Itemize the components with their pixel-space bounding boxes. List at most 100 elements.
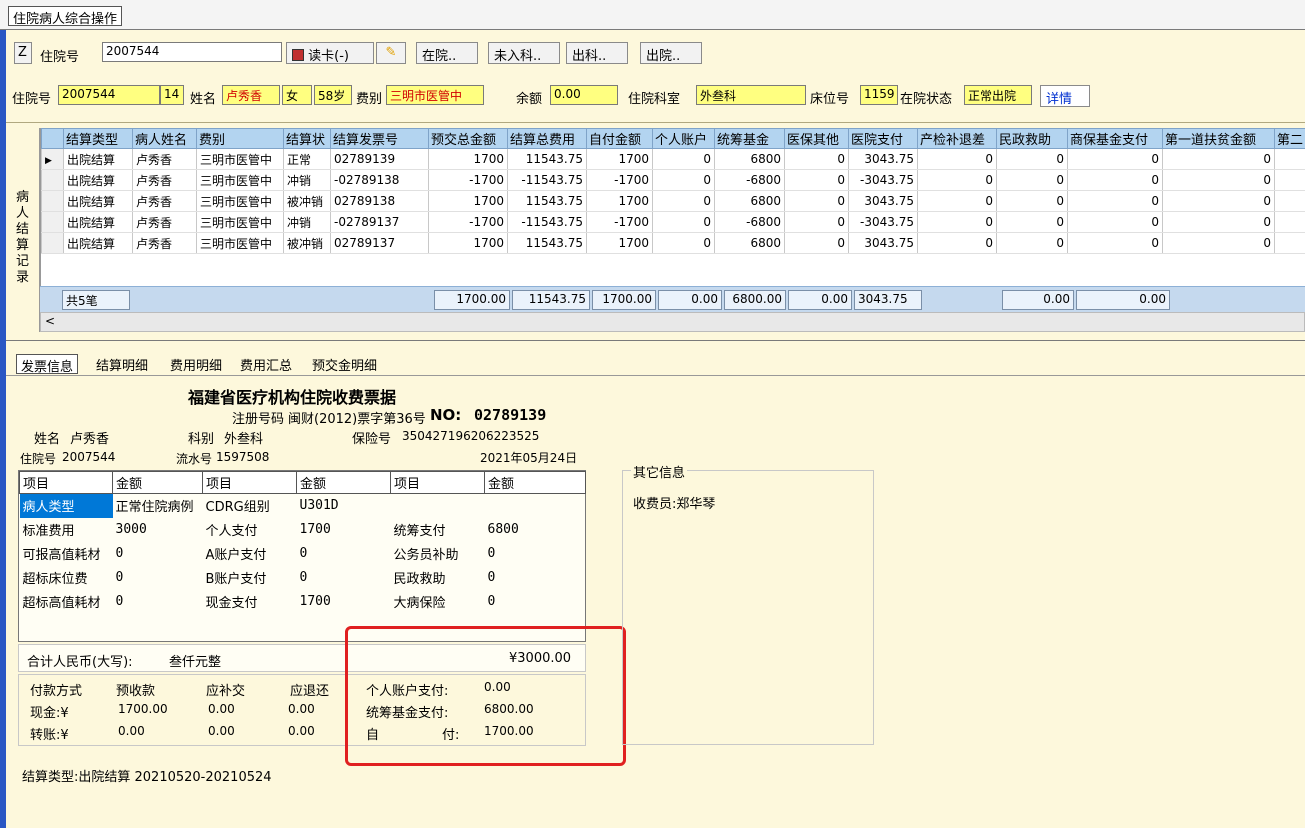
brush-button[interactable]: ✎	[376, 42, 406, 64]
leave-dept-button[interactable]: 出科..	[566, 42, 628, 64]
tab-settlement-detail[interactable]: 结算明细	[92, 354, 152, 374]
grid-cell[interactable]: 0	[917, 232, 997, 254]
inpatient-no-input[interactable]: 2007544	[102, 42, 282, 62]
grid-cell[interactable]: 三明市医管中	[196, 148, 284, 170]
scroll-left-icon[interactable]: <	[45, 314, 55, 328]
grid-cell[interactable]: 1700	[586, 190, 653, 212]
grid-cell[interactable]: -02789138	[330, 169, 429, 191]
tab-fee-detail[interactable]: 费用明细	[166, 354, 226, 374]
z-button[interactable]: Z	[14, 42, 32, 64]
row-selector[interactable]	[41, 211, 64, 233]
grid-cell[interactable]: 被冲销	[283, 190, 331, 212]
grid-cell[interactable]: 出院结算	[63, 211, 133, 233]
grid-cell[interactable]: -6800	[714, 169, 785, 191]
grid-cell[interactable]: 0	[1067, 232, 1163, 254]
row-selector[interactable]	[41, 190, 64, 212]
settlement-row[interactable]: 出院结算 卢秀香 三明市医管中 冲销 -02789138 -1700 -11543.75 -1…	[41, 169, 1305, 191]
grid-cell[interactable]: -1700	[428, 211, 508, 233]
tab-invoice-info[interactable]: 发票信息	[16, 354, 79, 375]
grid-cell[interactable]: 卢秀香	[132, 169, 197, 191]
grid-column-header[interactable]: 商保基金支付	[1067, 128, 1163, 149]
tab-fee-summary[interactable]: 费用汇总	[236, 354, 296, 374]
grid-cell[interactable]: 冲销	[283, 211, 331, 233]
grid-cell[interactable]: 三明市医管中	[196, 190, 284, 212]
settlement-row[interactable]: ▶ 出院结算 卢秀香 三明市医管中 正常 02789139 1700 11543.75 1700…	[41, 148, 1305, 170]
settlement-row[interactable]: 出院结算 卢秀香 三明市医管中 被冲销 02789137 1700 11543.75 1700…	[41, 232, 1305, 254]
grid-cell[interactable]: 0	[996, 169, 1068, 191]
in-hospital-button[interactable]: 在院..	[416, 42, 478, 64]
settlement-row[interactable]: 出院结算 卢秀香 三明市医管中 冲销 -02789137 -1700 -11543.75 -1…	[41, 211, 1305, 233]
grid-column-header[interactable]: 结算状	[283, 128, 331, 149]
grid-column-header[interactable]: 病人姓名	[132, 128, 197, 149]
grid-cell[interactable]: 0	[996, 211, 1068, 233]
grid-cell[interactable]: 三明市医管中	[196, 232, 284, 254]
grid-cell[interactable]: 1700	[586, 232, 653, 254]
grid-cell[interactable]: -1700	[586, 169, 653, 191]
grid-column-header[interactable]: 结算类型	[63, 128, 133, 149]
gender-field[interactable]: 女	[282, 85, 312, 105]
settlement-row[interactable]: 出院结算 卢秀香 三明市医管中 被冲销 02789138 1700 11543.75 1700…	[41, 190, 1305, 212]
grid-cell[interactable]: 0	[1067, 148, 1163, 170]
grid-cell[interactable]: 0	[652, 232, 715, 254]
grid-cell[interactable]: 3043.75	[848, 232, 918, 254]
detail-link[interactable]: 详情	[1040, 85, 1090, 107]
window-title-tab[interactable]: 住院病人综合操作	[8, 6, 123, 27]
grid-cell[interactable]: 0	[1067, 211, 1163, 233]
grid-column-header[interactable]: 民政救助	[996, 128, 1068, 149]
grid-cell[interactable]: 6800	[714, 232, 785, 254]
grid-cell[interactable]: -1700	[428, 169, 508, 191]
grid-cell[interactable]: 0	[1162, 232, 1275, 254]
grid-cell[interactable]: 0	[784, 211, 849, 233]
grid-cell[interactable]: 0	[652, 211, 715, 233]
patient-inpatient-no-field[interactable]: 2007544	[58, 85, 160, 105]
grid-cell[interactable]: 0	[1067, 190, 1163, 212]
grid-cell[interactable]: 1700	[586, 148, 653, 170]
grid-cell[interactable]: 三明市医管中	[196, 169, 284, 191]
row-selector[interactable]	[41, 232, 64, 254]
tab-prepay-detail[interactable]: 预交金明细	[308, 354, 381, 374]
grid-column-header[interactable]: 医保其他	[784, 128, 849, 149]
grid-column-header[interactable]: 费别	[196, 128, 284, 149]
grid-cell[interactable]: 0	[917, 190, 997, 212]
grid-cell[interactable]: -3043.75	[848, 169, 918, 191]
grid-cell[interactable]: 0	[1162, 211, 1275, 233]
grid-cell[interactable]: 02789139	[330, 148, 429, 170]
row-selector[interactable]	[41, 169, 64, 191]
grid-horizontal-scrollbar[interactable]: <	[40, 312, 1305, 332]
grid-cell[interactable]: 卢秀香	[132, 190, 197, 212]
grid-column-header[interactable]: 产检补退差	[917, 128, 997, 149]
grid-cell[interactable]: 0	[784, 148, 849, 170]
grid-cell[interactable]: 0	[917, 169, 997, 191]
grid-column-header[interactable]: 第二	[1274, 128, 1305, 149]
invoice-cell[interactable]: 病人类型	[19, 493, 113, 518]
grid-cell[interactable]: 出院结算	[63, 190, 133, 212]
grid-cell[interactable]: -6800	[714, 211, 785, 233]
grid-cell[interactable]: 0	[1067, 169, 1163, 191]
discharge-button[interactable]: 出院..	[640, 42, 702, 64]
grid-cell[interactable]: 1700	[428, 232, 508, 254]
patient-name-field[interactable]: 卢秀香	[222, 85, 280, 105]
grid-cell[interactable]: 出院结算	[63, 148, 133, 170]
grid-cell[interactable]: 卢秀香	[132, 232, 197, 254]
grid-cell[interactable]: 0	[652, 190, 715, 212]
grid-cell[interactable]: 6800	[714, 190, 785, 212]
balance-field[interactable]: 0.00	[550, 85, 618, 105]
grid-cell[interactable]: 0	[784, 232, 849, 254]
grid-cell[interactable]: 0	[652, 169, 715, 191]
grid-cell[interactable]: 11543.75	[507, 190, 587, 212]
grid-cell[interactable]: 0	[996, 148, 1068, 170]
grid-cell[interactable]: 0	[1162, 148, 1275, 170]
grid-cell[interactable]: 0	[1162, 190, 1275, 212]
age-field[interactable]: 58岁	[314, 85, 352, 105]
grid-cell[interactable]: 0	[917, 211, 997, 233]
grid-cell[interactable]: 卢秀香	[132, 148, 197, 170]
grid-cell[interactable]: 3043.75	[848, 148, 918, 170]
bed-count-field[interactable]: 14	[160, 85, 184, 105]
grid-cell[interactable]: 卢秀香	[132, 211, 197, 233]
grid-cell[interactable]: 1700	[428, 190, 508, 212]
grid-cell[interactable]: 0	[784, 169, 849, 191]
grid-cell[interactable]: 冲销	[283, 169, 331, 191]
grid-column-header[interactable]: 预交总金额	[428, 128, 508, 149]
dept-field[interactable]: 外叁科	[696, 85, 806, 105]
grid-cell[interactable]: 0	[784, 190, 849, 212]
